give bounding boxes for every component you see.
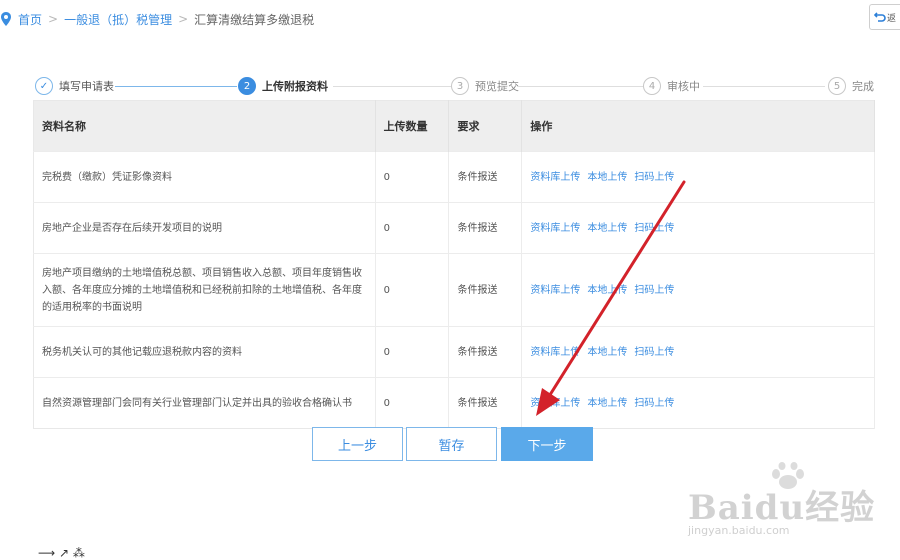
save-draft-button[interactable]: 暂存 [406,427,497,461]
step-connector [703,86,825,87]
requirement: 条件报送 [448,377,523,429]
return-icon [873,12,886,22]
material-name: 税务机关认可的其他记载应退税款内容的资料 [33,326,376,378]
table-row: 自然资源管理部门会同有关行业管理部门认定并出具的验收合格确认书 0 条件报送 资… [33,377,875,429]
breadcrumb-home[interactable]: 首页 [18,11,42,28]
scan-upload-link[interactable]: 扫码上传 [634,347,674,358]
step-upload-materials: 2 上传附报资料 [238,72,328,100]
requirement: 条件报送 [448,253,523,327]
breadcrumb-separator: > [48,12,59,26]
step-preview-submit: 3 预览提交 [451,72,519,100]
operations: 资料库上传 本地上传 扫码上传 [521,151,875,203]
breadcrumb-current: 汇算清缴结算多缴退税 [194,12,315,27]
scan-upload-link[interactable]: 扫码上传 [634,398,674,409]
step-connector [518,86,643,87]
step-number: 2 [238,77,256,95]
table-row: 房地产项目缴纳的土地增值税总额、项目销售收入总额、项目年度销售收入额、各年度应分… [33,253,875,327]
operations: 资料库上传 本地上传 扫码上传 [521,377,875,429]
step-label: 预览提交 [475,80,519,93]
column-header: 要求 [448,100,523,152]
requirement: 条件报送 [448,202,523,254]
check-icon: ✓ [35,77,53,95]
return-label: 返 [886,13,896,24]
progress-stepper: ✓ 填写申请表 2 上传附报资料 3 预览提交 4 审核中 5 完成 [33,72,874,100]
step-number: 3 [451,77,469,95]
requirement: 条件报送 [448,326,523,378]
step-fill-application: ✓ 填写申请表 [35,72,114,100]
materials-table: 资料名称 上传数量 要求 操作 完税费（缴款）凭证影像资料 0 条件报送 资料库… [33,100,875,429]
upload-count: 0 [375,253,450,327]
upload-count: 0 [375,326,450,378]
local-upload-link[interactable]: 本地上传 [587,347,627,358]
material-name: 自然资源管理部门会同有关行业管理部门认定并出具的验收合格确认书 [33,377,376,429]
local-upload-link[interactable]: 本地上传 [587,285,627,296]
breadcrumb-tax-refund-management[interactable]: 一般退（抵）税管理 [64,11,172,28]
material-name: 房地产项目缴纳的土地增值税总额、项目销售收入总额、项目年度销售收入额、各年度应分… [33,253,376,327]
column-header: 操作 [521,100,875,152]
library-upload-link[interactable]: 资料库上传 [530,172,580,183]
library-upload-link[interactable]: 资料库上传 [530,347,580,358]
requirement: 条件报送 [448,151,523,203]
library-upload-link[interactable]: 资料库上传 [530,223,580,234]
step-label: 上传附报资料 [262,80,328,93]
step-label: 填写申请表 [59,80,114,93]
library-upload-link[interactable]: 资料库上传 [530,398,580,409]
breadcrumb-separator: > [178,12,189,26]
operations: 资料库上传 本地上传 扫码上传 [521,202,875,254]
scan-upload-link[interactable]: 扫码上传 [634,172,674,183]
table-header-row: 资料名称 上传数量 要求 操作 [33,100,875,152]
baidu-jingyan-watermark: Baidu经验 jingyan.baidu.com [688,462,888,542]
step-complete: 5 完成 [828,72,874,100]
upload-count: 0 [375,151,450,203]
material-name: 完税费（缴款）凭证影像资料 [33,151,376,203]
step-number: 4 [643,77,661,95]
watermark-url: jingyan.baidu.com [688,524,790,537]
table-row: 税务机关认可的其他记载应退税款内容的资料 0 条件报送 资料库上传 本地上传 扫码上… [33,326,875,378]
step-label: 完成 [852,80,874,93]
scan-upload-link[interactable]: 扫码上传 [634,285,674,296]
step-number: 5 [828,77,846,95]
table-row: 完税费（缴款）凭证影像资料 0 条件报送 资料库上传 本地上传 扫码上传 [33,151,875,203]
column-header: 资料名称 [33,100,376,152]
location-pin-icon [1,12,11,26]
next-step-button[interactable]: 下一步 [501,427,593,461]
bottom-fragment: ⟶ ↗ ⁂ [38,546,85,560]
operations: 资料库上传 本地上传 扫码上传 [521,253,875,327]
step-connector [115,86,237,87]
table-row: 房地产企业是否存在后续开发项目的说明 0 条件报送 资料库上传 本地上传 扫码上传 [33,202,875,254]
breadcrumb: 首页 > 一般退（抵）税管理 > 汇算清缴结算多缴退税 [0,10,314,28]
operations: 资料库上传 本地上传 扫码上传 [521,326,875,378]
return-button[interactable]: 返 [869,4,900,30]
local-upload-link[interactable]: 本地上传 [587,223,627,234]
library-upload-link[interactable]: 资料库上传 [530,285,580,296]
local-upload-link[interactable]: 本地上传 [587,398,627,409]
step-connector [333,86,451,87]
watermark-brand: Baidu经验 [688,488,876,528]
scan-upload-link[interactable]: 扫码上传 [634,223,674,234]
step-under-review: 4 审核中 [643,72,700,100]
column-header: 上传数量 [375,100,450,152]
material-name: 房地产企业是否存在后续开发项目的说明 [33,202,376,254]
upload-count: 0 [375,202,450,254]
previous-step-button[interactable]: 上一步 [312,427,403,461]
upload-count: 0 [375,377,450,429]
local-upload-link[interactable]: 本地上传 [587,172,627,183]
step-label: 审核中 [667,80,700,93]
